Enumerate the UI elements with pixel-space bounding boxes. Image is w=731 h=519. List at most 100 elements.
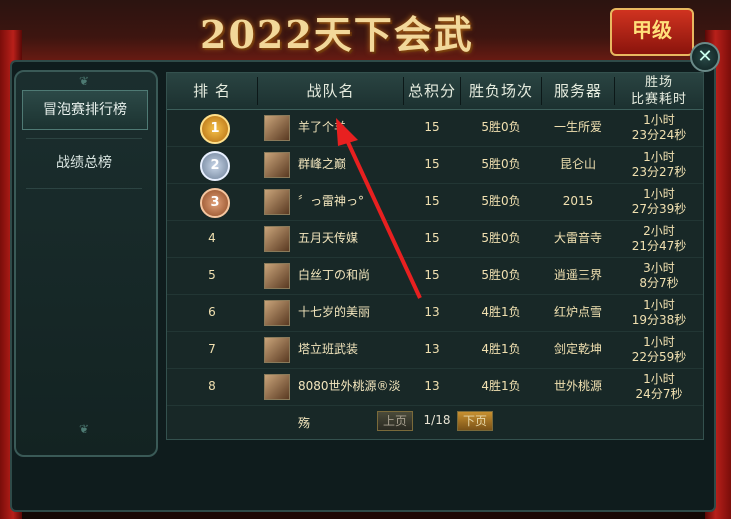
server-cell: 昆仑山	[559, 157, 596, 171]
team-name-cell: 群峰之巅	[298, 157, 347, 171]
next-page-button[interactable]: 下页	[457, 411, 493, 431]
sidebar-divider	[26, 188, 142, 189]
score-cell: 15	[424, 194, 440, 208]
table-header: 排 名 战队名 总积分 胜负场次 服务器 胜场 比赛耗时	[167, 73, 703, 110]
score-cell: 13	[424, 379, 440, 393]
table-row[interactable]: 4 五月天传媒 15 5胜0负 大雷音寺 2小时 21分47秒	[167, 220, 703, 258]
event-title: 2022天下会武	[200, 12, 474, 57]
score-cell: 13	[424, 305, 440, 319]
close-button[interactable]: ✕	[690, 42, 720, 72]
sidebar-item-overall-ranking[interactable]: 战绩总榜	[22, 144, 146, 182]
league-badge: 甲级	[610, 8, 694, 56]
time-cell: 1小时 23分24秒	[615, 109, 703, 146]
rank-cell: 4	[208, 231, 216, 245]
record-cell: 4胜1负	[481, 305, 521, 319]
team-avatar	[264, 189, 290, 215]
header-time: 胜场 比赛耗时	[615, 73, 703, 110]
time-line2: 8分7秒	[639, 276, 679, 290]
header-team: 战队名	[306, 82, 355, 100]
time-line1: 3小时	[643, 261, 675, 275]
time-line1: 1小时	[643, 150, 675, 164]
score-cell: 15	[424, 231, 440, 245]
team-avatar	[264, 300, 290, 326]
time-cell: 1小时 23分27秒	[615, 146, 703, 183]
record-cell: 5胜0负	[481, 194, 521, 208]
time-line1: 2小时	[643, 224, 675, 238]
prev-page-button[interactable]: 上页	[377, 411, 413, 431]
time-line1: 1小时	[643, 113, 675, 127]
team-name-cell: 8080世外桃源®淡殇	[298, 379, 401, 430]
sidebar-item-bubble-ranking[interactable]: 冒泡赛排行榜	[22, 90, 148, 130]
header-time-line2: 比赛耗时	[630, 92, 687, 107]
score-cell: 15	[424, 268, 440, 282]
team-avatar	[264, 115, 290, 141]
server-cell: 大雷音寺	[553, 231, 602, 245]
server-cell: 红炉点雪	[553, 305, 602, 319]
time-line1: 1小时	[643, 372, 675, 386]
sidebar-divider	[26, 138, 142, 139]
time-line2: 24分7秒	[635, 387, 683, 401]
team-name-cell: 白丝丁の和尚	[298, 268, 371, 282]
time-cell: 2小时 21分47秒	[615, 220, 703, 257]
team-name-cell: 〞っ雷神っ°	[298, 194, 365, 208]
team-avatar	[264, 226, 290, 252]
league-badge-label: 甲级	[632, 18, 672, 42]
page-indicator: 1/18	[423, 413, 451, 427]
record-cell: 4胜1负	[481, 342, 521, 356]
ranking-table: 排 名 战队名 总积分 胜负场次 服务器 胜场 比赛耗时 1 羊了个羊 15 5胜0负…	[166, 72, 704, 440]
score-cell: 15	[424, 157, 440, 171]
record-cell: 4胜1负	[481, 379, 521, 393]
record-cell: 5胜0负	[481, 231, 521, 245]
header-server: 服务器	[553, 82, 602, 100]
header-score: 总积分	[407, 82, 456, 100]
team-avatar	[264, 263, 290, 289]
time-cell: 1小时 19分38秒	[615, 294, 703, 331]
time-line2: 22分59秒	[631, 350, 687, 364]
time-cell: 1小时 22分59秒	[615, 331, 703, 368]
record-cell: 5胜0负	[481, 120, 521, 134]
rank-cell: 6	[208, 305, 216, 319]
pagination: 上页 1/18 下页	[167, 411, 703, 433]
time-line2: 27分39秒	[631, 202, 687, 216]
time-line1: 1小时	[643, 187, 675, 201]
table-row[interactable]: 5 白丝丁の和尚 15 5胜0负 逍遥三界 3小时 8分7秒	[167, 257, 703, 295]
server-cell: 2015	[562, 194, 594, 208]
rank-cell: 7	[208, 342, 216, 356]
team-name-cell: 五月天传媒	[298, 231, 359, 245]
record-cell: 5胜0负	[481, 268, 521, 282]
table-row[interactable]: 2 群峰之巅 15 5胜0负 昆仑山 1小时 23分27秒	[167, 146, 703, 184]
time-line2: 19分38秒	[631, 313, 687, 327]
time-cell: 1小时 24分7秒	[615, 368, 703, 405]
time-cell: 3小时 8分7秒	[615, 257, 703, 294]
record-cell: 5胜0负	[481, 157, 521, 171]
ornament-top-icon: ❦	[78, 74, 90, 88]
table-row[interactable]: 1 羊了个羊 15 5胜0负 一生所爱 1小时 23分24秒	[167, 109, 703, 147]
table-row[interactable]: 6 十七岁的美丽 13 4胜1负 红炉点雪 1小时 19分38秒	[167, 294, 703, 332]
team-name-cell: 塔立班武装	[298, 342, 359, 356]
rank-medal-icon: 3	[200, 188, 230, 218]
header-time-line1: 胜场	[644, 75, 673, 90]
sidebar: ❦ 冒泡赛排行榜 战绩总榜 ❦	[14, 70, 158, 457]
header-record: 胜负场次	[468, 82, 533, 100]
table-row[interactable]: 3 〞っ雷神っ° 15 5胜0负 2015 1小时 27分39秒	[167, 183, 703, 221]
team-avatar	[264, 374, 290, 400]
server-cell: 一生所爱	[553, 120, 602, 134]
table-row[interactable]: 8 8080世外桃源®淡殇 13 4胜1负 世外桃源 1小时 24分7秒	[167, 368, 703, 430]
rank-medal-icon: 1	[200, 114, 230, 144]
time-cell: 1小时 27分39秒	[615, 183, 703, 220]
score-cell: 13	[424, 342, 440, 356]
rank-cell: 5	[208, 268, 216, 282]
rank-cell: 8	[208, 379, 216, 393]
time-line2: 21分47秒	[631, 239, 687, 253]
time-line2: 23分24秒	[631, 128, 687, 142]
server-cell: 世外桃源	[553, 379, 602, 393]
team-name-cell: 羊了个羊	[298, 120, 347, 134]
table-row[interactable]: 7 塔立班武装 13 4胜1负 剑定乾坤 1小时 22分59秒	[167, 331, 703, 369]
ornament-bottom-icon: ❦	[78, 422, 90, 436]
team-name-cell: 十七岁的美丽	[298, 305, 371, 319]
header-rank: 排 名	[193, 82, 231, 100]
server-cell: 剑定乾坤	[553, 342, 602, 356]
server-cell: 逍遥三界	[553, 268, 602, 282]
time-line1: 1小时	[643, 298, 675, 312]
score-cell: 15	[424, 120, 440, 134]
